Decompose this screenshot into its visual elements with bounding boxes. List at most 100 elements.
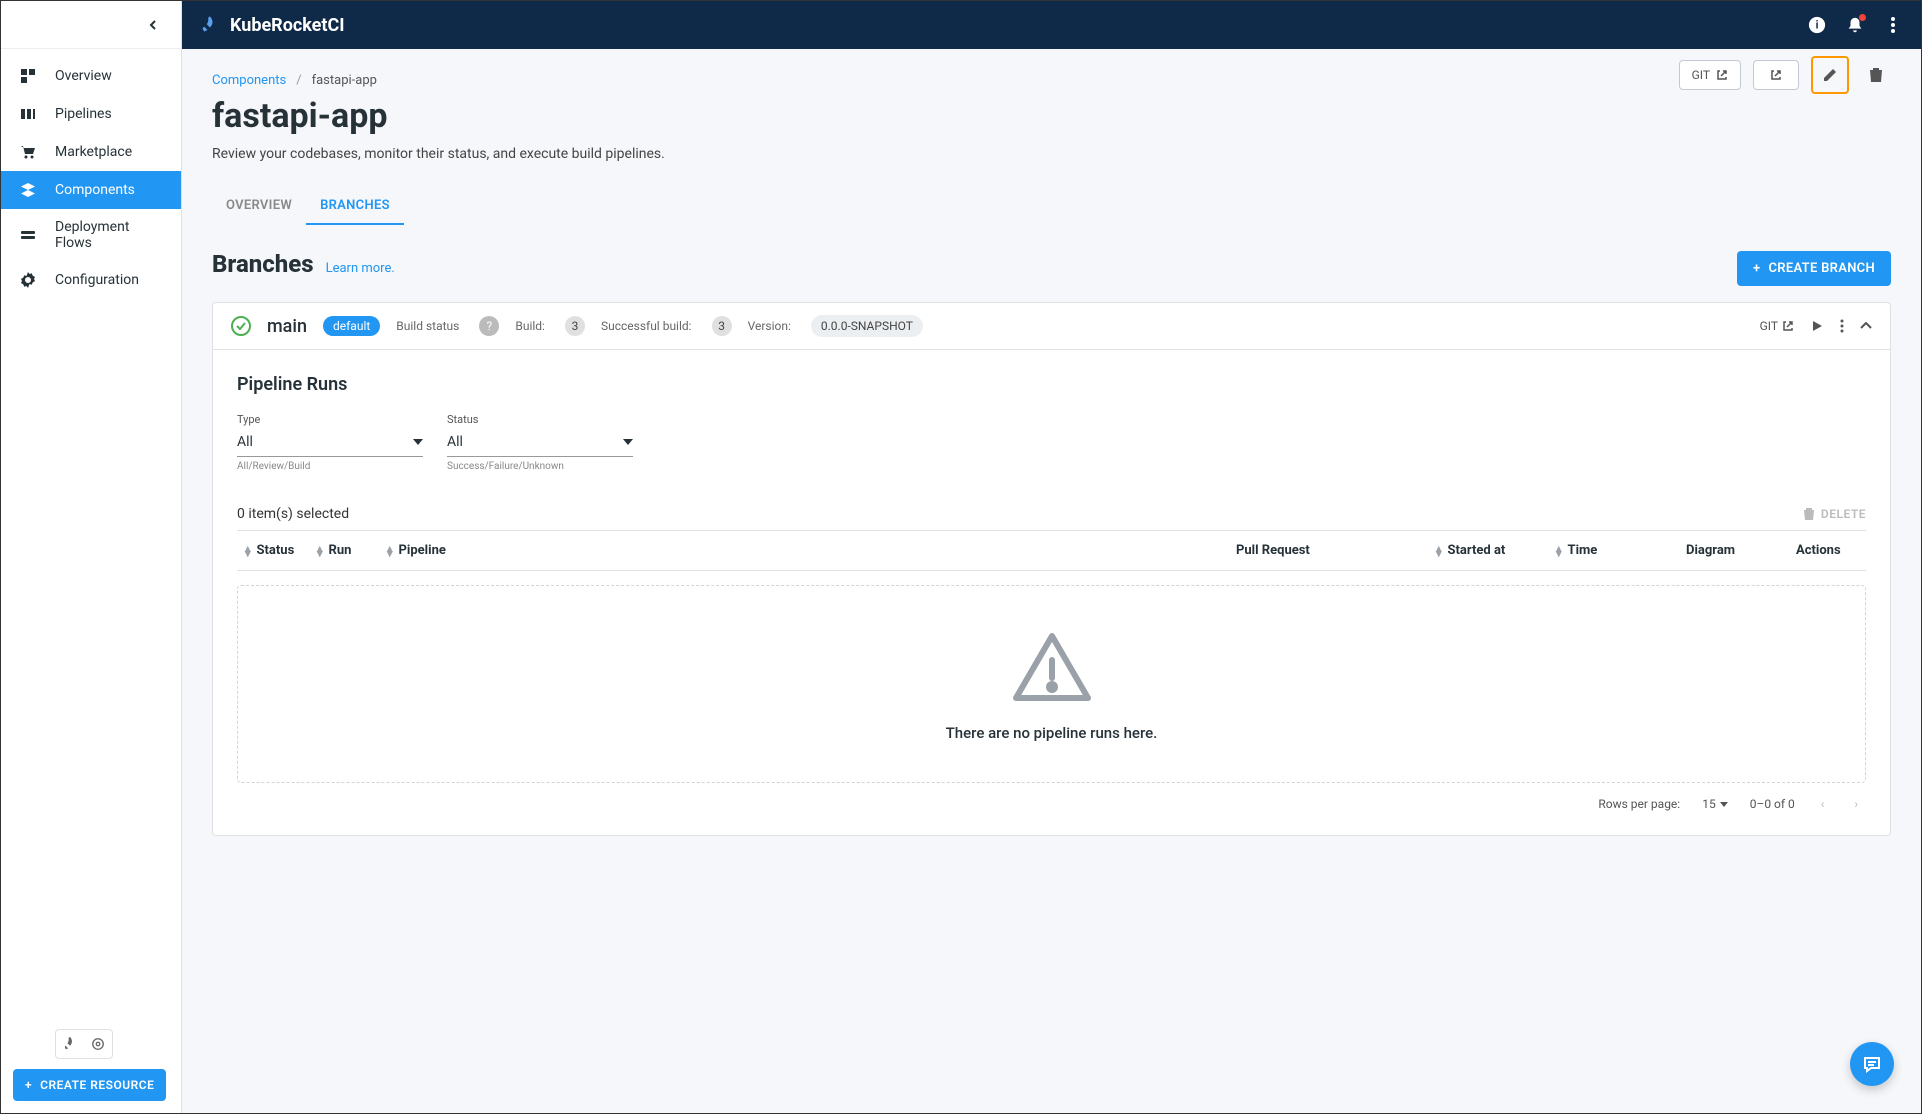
rows-per-page-select[interactable]: 15: [1702, 797, 1728, 811]
filter-type-select[interactable]: All: [237, 430, 423, 457]
more-vertical-icon[interactable]: [1883, 15, 1903, 35]
sort-icon[interactable]: ▴▾: [1556, 546, 1562, 556]
status-success-icon: [231, 316, 251, 336]
success-build-label: Successful build:: [601, 319, 692, 333]
rocket-icon[interactable]: [56, 1030, 84, 1058]
filter-type-help: All/Review/Build: [237, 461, 423, 472]
default-chip: default: [323, 316, 380, 336]
branch-more-button[interactable]: [1840, 319, 1844, 333]
pencil-icon: [1822, 67, 1838, 83]
filter-status-select[interactable]: All: [447, 430, 633, 457]
collapse-sidebar-button[interactable]: [141, 13, 165, 37]
create-branch-label: CREATE BRANCH: [1768, 261, 1875, 276]
notification-dot: [1859, 14, 1866, 21]
filter-status-label: Status: [447, 413, 633, 426]
col-actions: Actions: [1796, 543, 1841, 558]
footer-icon-group: [55, 1029, 113, 1059]
sort-icon[interactable]: ▴▾: [387, 546, 393, 556]
chat-fab[interactable]: [1850, 1042, 1894, 1086]
col-pull-request: Pull Request: [1236, 543, 1310, 558]
plus-icon: +: [25, 1078, 32, 1092]
delete-label: DELETE: [1821, 507, 1866, 521]
next-page-button[interactable]: ›: [1850, 797, 1862, 811]
filters: Type All All/Review/Build Status All: [237, 413, 1866, 472]
tab-branches[interactable]: BRANCHES: [306, 188, 404, 225]
topbar: KubeRocketCI i: [182, 1, 1921, 49]
sidebar-header: [1, 1, 181, 49]
external-link-icon: [1782, 320, 1794, 332]
more-vertical-icon: [1840, 319, 1844, 333]
sort-icon[interactable]: ▴▾: [317, 546, 323, 556]
version-label: Version:: [748, 319, 791, 333]
gear-icon: [19, 271, 37, 289]
trash-icon: [1803, 507, 1815, 521]
chat-icon: [1862, 1054, 1882, 1074]
breadcrumb-current: fastapi-app: [312, 73, 377, 88]
topbar-actions: i: [1807, 15, 1903, 35]
col-diagram: Diagram: [1686, 543, 1735, 558]
sort-icon[interactable]: ▴▾: [245, 546, 251, 556]
breadcrumb-separator: /: [296, 73, 301, 88]
col-pipeline: Pipeline: [399, 543, 446, 558]
sidebar-item-marketplace[interactable]: Marketplace: [1, 133, 181, 171]
sidebar-item-pipelines[interactable]: Pipelines: [1, 95, 181, 133]
external-link-button[interactable]: [1753, 60, 1799, 90]
branch-header: main default Build status ? Build: 3 Suc…: [213, 303, 1890, 350]
pipelines-icon: [19, 105, 37, 123]
build-count: 3: [565, 316, 585, 336]
warning-icon: [1010, 630, 1094, 704]
edit-button[interactable]: [1815, 60, 1845, 90]
success-build-count: 3: [712, 316, 732, 336]
collapse-branch-button[interactable]: [1860, 322, 1872, 330]
page-title: fastapi-app: [212, 96, 388, 136]
branch-card: main default Build status ? Build: 3 Suc…: [212, 302, 1891, 836]
tab-overview[interactable]: OVERVIEW: [212, 188, 306, 225]
tabs: OVERVIEW BRANCHES: [212, 188, 1891, 226]
delete-selected-button[interactable]: DELETE: [1803, 507, 1866, 521]
branch-git-button[interactable]: GIT: [1760, 319, 1794, 333]
pagination-range: 0–0 of 0: [1750, 797, 1795, 811]
content: Components / fastapi-app fastapi-app GIT: [182, 49, 1921, 1113]
git-button[interactable]: GIT: [1679, 60, 1741, 90]
filter-status-value: All: [447, 434, 463, 450]
bell-icon[interactable]: [1845, 15, 1865, 35]
brand: KubeRocketCI: [200, 15, 345, 36]
sidebar-item-label: Deployment Flows: [55, 219, 163, 251]
sidebar-item-configuration[interactable]: Configuration: [1, 261, 181, 299]
pipeline-runs-title: Pipeline Runs: [237, 374, 1866, 395]
selection-row: 0 item(s) selected DELETE: [237, 498, 1866, 530]
create-branch-button[interactable]: + CREATE BRANCH: [1737, 251, 1891, 286]
delete-button[interactable]: [1861, 60, 1891, 90]
col-status: Status: [257, 543, 295, 558]
settings-icon[interactable]: [84, 1030, 112, 1058]
edit-highlight: [1811, 56, 1849, 94]
table-header: ▴▾Status ▴▾Run ▴▾Pipeline Pull Request ▴…: [237, 530, 1866, 571]
sidebar-item-components[interactable]: Components: [1, 171, 181, 209]
info-icon[interactable]: i: [1807, 15, 1827, 35]
brand-label: KubeRocketCI: [230, 15, 345, 36]
breadcrumb-root[interactable]: Components: [212, 73, 286, 88]
plus-icon: +: [1753, 261, 1760, 276]
trash-icon: [1869, 67, 1883, 83]
sidebar-item-deployment-flows[interactable]: Deployment Flows: [1, 209, 181, 261]
build-status-icon: ?: [479, 316, 499, 336]
build-label: Build:: [515, 319, 545, 333]
col-time: Time: [1568, 543, 1598, 558]
branch-git-label: GIT: [1760, 319, 1778, 333]
create-resource-button[interactable]: + CREATE RESOURCE: [13, 1069, 166, 1101]
pipeline-runs-table: ▴▾Status ▴▾Run ▴▾Pipeline Pull Request ▴…: [237, 530, 1866, 783]
play-icon: [1810, 319, 1824, 333]
prev-page-button[interactable]: ‹: [1817, 797, 1829, 811]
sort-icon[interactable]: ▴▾: [1436, 546, 1442, 556]
run-button[interactable]: [1810, 319, 1824, 333]
sidebar-item-overview[interactable]: Overview: [1, 57, 181, 95]
external-link-icon: [1716, 69, 1728, 81]
sidebar-item-label: Marketplace: [55, 144, 132, 160]
chevron-up-icon: [1860, 322, 1872, 330]
sidebar-item-label: Configuration: [55, 272, 139, 288]
rows-per-page-label: Rows per page:: [1598, 797, 1680, 811]
empty-text: There are no pipeline runs here.: [946, 724, 1158, 742]
main: KubeRocketCI i Components / fastapi-app …: [182, 1, 1921, 1113]
filter-type-value: All: [237, 434, 253, 450]
learn-more-link[interactable]: Learn more.: [326, 261, 395, 276]
